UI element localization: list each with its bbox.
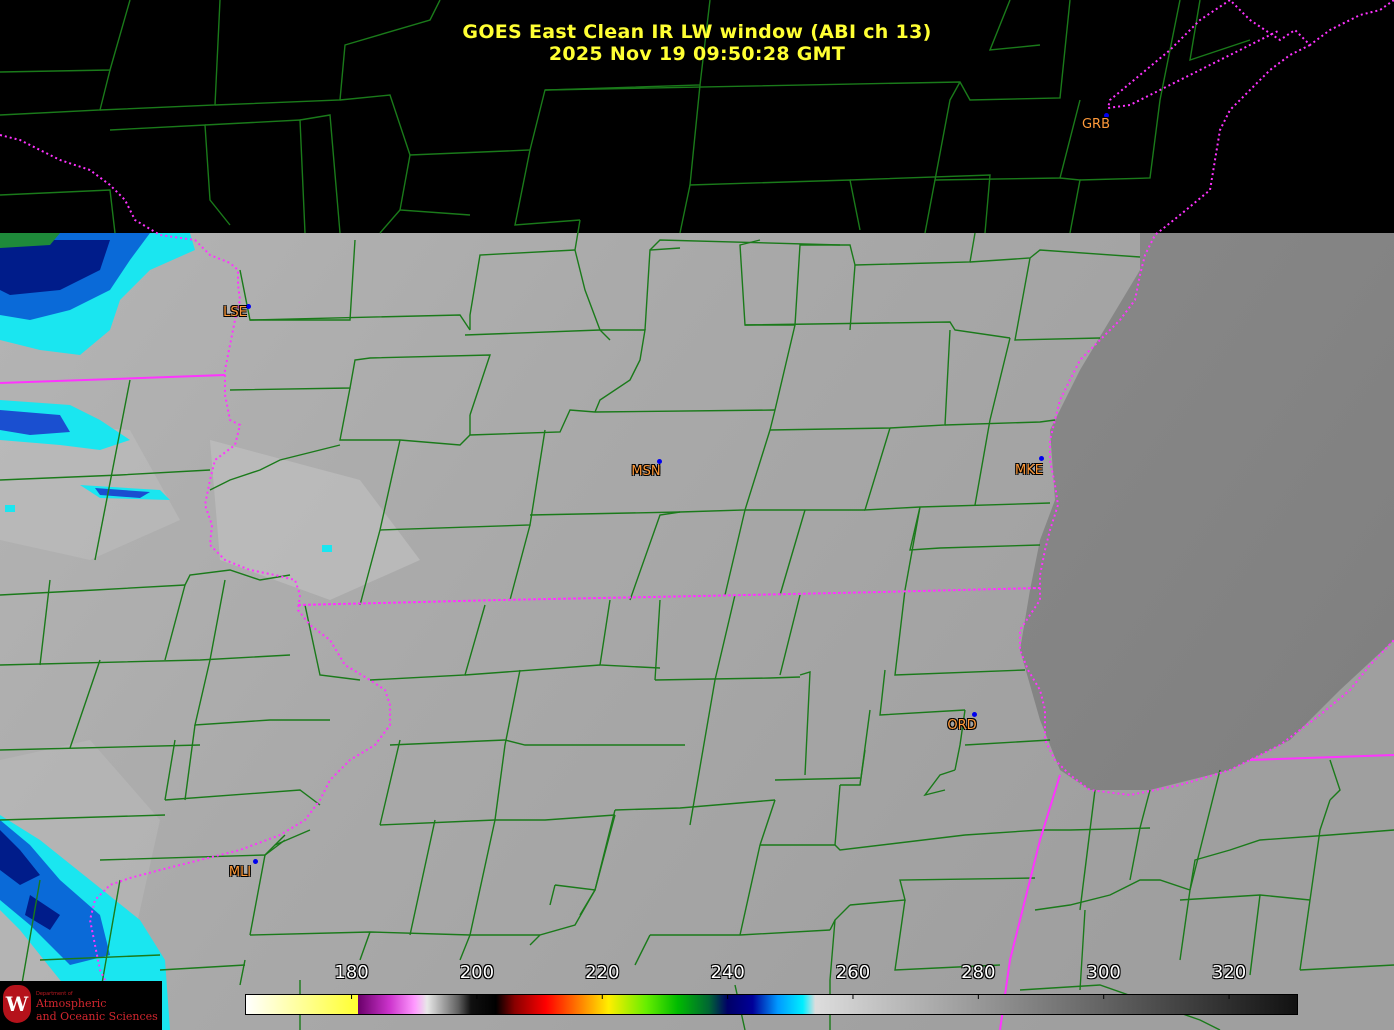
city-label-msn: MSN xyxy=(631,464,661,479)
logo-text-line1: Atmospheric xyxy=(36,997,107,1010)
city-label-ord: ORD xyxy=(947,718,977,733)
city-label-mli: MLI xyxy=(228,865,252,880)
colorbar-tick-label: 280 xyxy=(961,962,996,983)
satellite-map xyxy=(0,0,1394,1030)
uw-seal-icon: W xyxy=(3,985,31,1023)
colorbar-tick-label: 180 xyxy=(334,962,369,983)
colorbar-tick-label: 200 xyxy=(459,962,495,983)
image-timestamp: 2025 Nov 19 09:50:28 GMT xyxy=(548,43,846,65)
logo-text-line2: and Oceanic Sciences xyxy=(36,1010,158,1023)
colorbar-tick-label: 320 xyxy=(1211,962,1247,983)
colorbar-tick-label: 240 xyxy=(710,962,745,983)
image-title: GOES East Clean IR LW window (ABI ch 13) xyxy=(462,21,932,43)
temperature-colorbar xyxy=(245,994,1298,1015)
city-label-lse: LSE xyxy=(223,305,247,320)
city-marker-mke xyxy=(1039,456,1044,461)
city-marker-ord xyxy=(972,712,977,717)
city-label-grb: GRB xyxy=(1081,117,1111,132)
aos-logo: W Department of Atmospheric and Oceanic … xyxy=(0,981,162,1030)
colorbar-tick-label: 220 xyxy=(585,962,620,983)
city-marker-mli xyxy=(253,859,258,864)
city-label-mke: MKE xyxy=(1015,463,1043,478)
colorbar-tick-label: 260 xyxy=(835,962,871,983)
colorbar-tick-label: 300 xyxy=(1086,962,1121,983)
